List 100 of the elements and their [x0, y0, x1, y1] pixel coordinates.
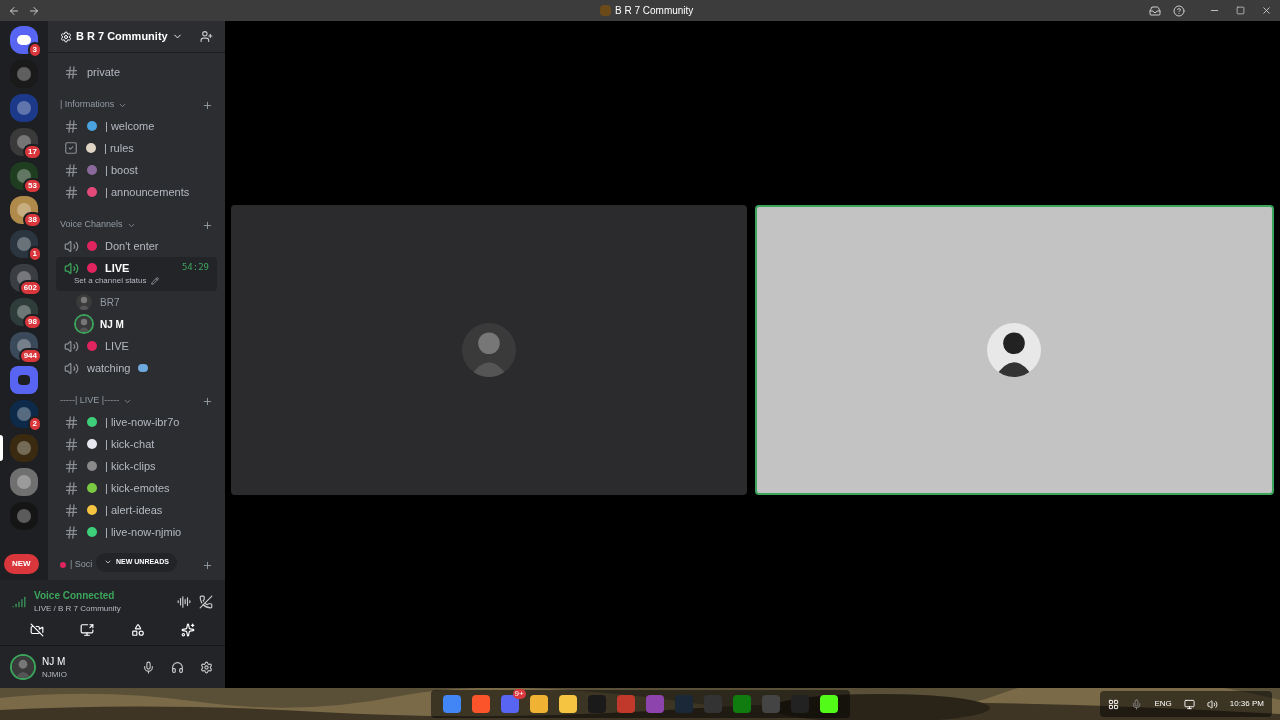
- connection-icon: [12, 594, 26, 609]
- channel-name: | kick-chat: [105, 436, 155, 452]
- server-icon[interactable]: [10, 94, 38, 122]
- video-tile[interactable]: [754, 204, 1274, 495]
- checkbox-icon: [64, 141, 78, 155]
- server-icon[interactable]: [10, 434, 38, 462]
- member-name: BR7: [100, 295, 120, 310]
- close-icon[interactable]: [1261, 5, 1272, 16]
- forward-icon[interactable]: [28, 4, 40, 17]
- channel-item[interactable]: private: [56, 61, 217, 83]
- server-icon[interactable]: [10, 468, 38, 496]
- channel-item[interactable]: watching: [56, 357, 217, 379]
- hash-icon: [64, 524, 79, 540]
- settings-icon[interactable]: [200, 660, 213, 674]
- disconnect-icon[interactable]: [199, 594, 213, 609]
- language-indicator[interactable]: ENG: [1154, 698, 1172, 710]
- video-tile[interactable]: [231, 204, 747, 495]
- channel-status: Set a channel status: [74, 275, 147, 287]
- noise-suppression-icon[interactable]: [177, 594, 191, 609]
- hash-icon: [64, 480, 79, 496]
- tv-icon: [138, 364, 149, 372]
- soundboard-icon[interactable]: [180, 623, 195, 637]
- clock[interactable]: 10:36 PM: [1229, 698, 1264, 710]
- hash-icon: [64, 64, 79, 80]
- server-logo-icon: [17, 441, 31, 455]
- channel-name: | rules: [104, 140, 134, 156]
- back-icon[interactable]: [8, 4, 20, 17]
- help-icon[interactable]: [1173, 4, 1185, 17]
- speaker-icon: [64, 238, 79, 254]
- voice-timer: 54:29: [181, 261, 209, 275]
- notification-badge: 9+: [512, 689, 526, 699]
- unread-badge: 53: [23, 178, 42, 194]
- unread-badge: 2: [27, 416, 42, 432]
- server-icon[interactable]: [10, 366, 38, 394]
- screen-share-icon[interactable]: [80, 623, 95, 637]
- member-name: NJ M: [100, 317, 124, 332]
- add-channel-icon[interactable]: [202, 559, 213, 571]
- add-channel-icon[interactable]: [202, 395, 213, 407]
- channel-name: | alert-ideas: [105, 502, 163, 518]
- inbox-icon[interactable]: [1149, 4, 1161, 17]
- channel-item[interactable]: LIVE 54:29 Set a channel status: [56, 257, 217, 291]
- unread-badge: 602: [18, 280, 42, 296]
- hash-icon: [64, 502, 79, 518]
- channel-item[interactable]: | rules: [56, 137, 217, 159]
- pencil-icon: [150, 277, 159, 285]
- channel-name: | kick-emotes: [105, 480, 170, 496]
- channel-name: | live-now-njmio: [105, 524, 182, 540]
- invite-icon[interactable]: [200, 30, 213, 43]
- server-icon[interactable]: [10, 502, 38, 530]
- camera-off-icon[interactable]: [30, 623, 45, 637]
- channel-item[interactable]: | kick-emotes: [56, 477, 217, 499]
- grid-icon[interactable]: [1108, 698, 1120, 710]
- channel-name: | live-now-ibr7o: [105, 414, 180, 430]
- server-logo-icon: [17, 475, 31, 489]
- channel-item[interactable]: LIVE: [56, 335, 217, 357]
- category-title[interactable]: -----| LIVE |-----: [60, 394, 120, 408]
- speaker-icon: [64, 260, 79, 276]
- channel-name: Don't enter: [105, 238, 159, 254]
- unread-badge: 17: [23, 144, 42, 160]
- server-logo-icon: [17, 509, 31, 523]
- channel-name: watching: [87, 360, 131, 376]
- voice-member[interactable]: BR7: [76, 291, 225, 313]
- server-icon[interactable]: [10, 60, 38, 88]
- add-channel-icon[interactable]: [202, 99, 213, 111]
- microphone-icon[interactable]: [142, 660, 155, 674]
- headphones-icon[interactable]: [171, 660, 184, 674]
- channel-item[interactable]: | kick-chat: [56, 433, 217, 455]
- activities-icon[interactable]: [130, 623, 145, 637]
- channel-item[interactable]: | boost: [56, 159, 217, 181]
- category-title[interactable]: Voice Channels: [60, 218, 123, 232]
- unread-badge: 1: [27, 246, 42, 262]
- channel-item[interactable]: | kick-clips: [56, 455, 217, 477]
- voice-location[interactable]: LIVE / B R 7 Community: [34, 603, 121, 615]
- channel-item[interactable]: | alert-ideas: [56, 499, 217, 521]
- channel-name: LIVE: [105, 260, 130, 276]
- channel-item[interactable]: | announcements: [56, 181, 217, 203]
- channel-item[interactable]: | live-now-njmio: [56, 521, 217, 543]
- speaker-icon: [64, 360, 79, 376]
- server-header[interactable]: B R 7 Community: [48, 21, 225, 53]
- voice-member[interactable]: NJ M: [76, 313, 225, 335]
- server-logo-icon: [17, 101, 31, 115]
- hash-icon: [64, 436, 79, 452]
- server-name: B R 7 Community: [76, 29, 168, 45]
- unread-badge: 3: [27, 42, 42, 58]
- channel-name: | welcome: [105, 118, 155, 134]
- category-title[interactable]: | Informations: [60, 98, 115, 112]
- selected-indicator: [0, 435, 3, 461]
- channel-name: | announcements: [105, 184, 190, 200]
- channel-item[interactable]: | live-now-ibr7o: [56, 411, 217, 433]
- user-avatar[interactable]: [12, 656, 34, 678]
- network-icon[interactable]: [1183, 698, 1195, 710]
- channel-item[interactable]: Don't enter: [56, 235, 217, 257]
- add-channel-icon[interactable]: [202, 219, 213, 231]
- channel-item[interactable]: | welcome: [56, 115, 217, 137]
- new-pill[interactable]: NEW: [4, 554, 39, 574]
- volume-icon[interactable]: [1206, 698, 1218, 710]
- server-badge-icon: [60, 30, 72, 43]
- maximize-icon[interactable]: [1236, 6, 1245, 15]
- microphone-icon[interactable]: [1131, 698, 1143, 710]
- category-title[interactable]: | Soci: [70, 558, 93, 572]
